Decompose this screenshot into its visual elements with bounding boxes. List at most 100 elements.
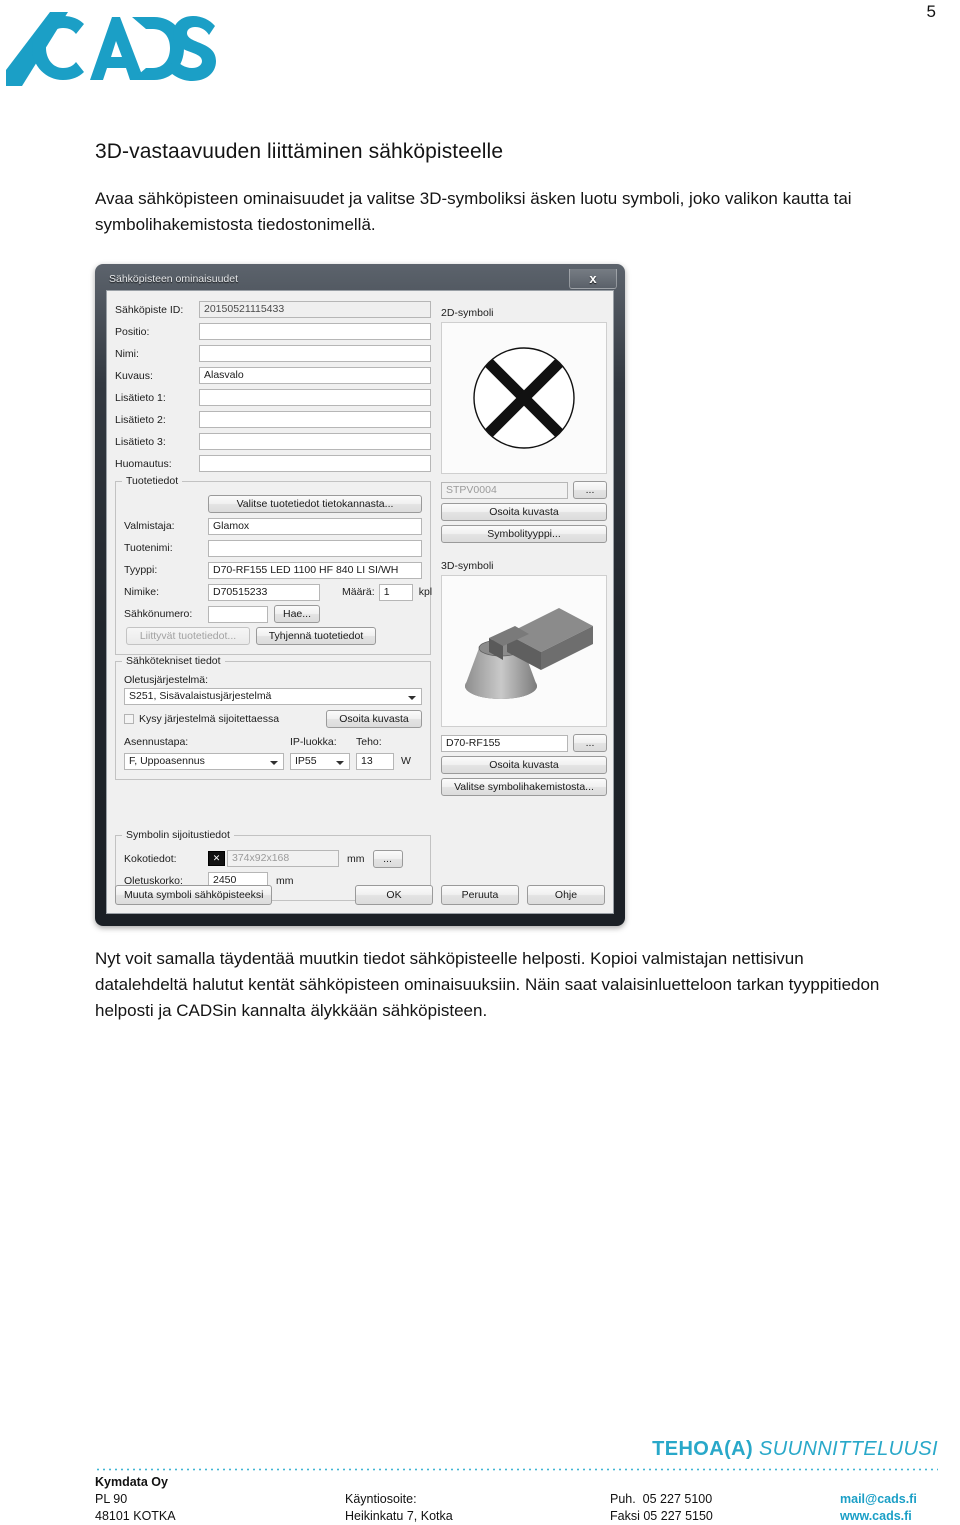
input-maara[interactable]: 1 [378,583,413,601]
browse-2d-symbol-button[interactable]: ... [573,481,607,499]
input-huomautus[interactable] [199,455,431,473]
row-nimike: Nimike: D70515233 Määrä: 1 kpl [124,582,432,604]
label-kysy-jarjestelma: Kysy järjestelmä sijoitettaessa [139,713,280,726]
footer-divider [95,1468,938,1471]
group-title-sijoitustiedot: Symbolin sijoitustiedot [122,829,234,841]
footer-contact: Kymdata Oy PL 90 Käyntiosoite: Puh. 05 2… [95,1474,960,1525]
input-lisatieto-2[interactable] [199,411,431,429]
select-oletusjarjestelma[interactable]: S251, Sisävalaistusjärjestelmä [124,687,422,705]
intro-paragraph: Avaa sähköpisteen ominaisuudet ja valits… [95,189,852,234]
input-kuvaus[interactable]: Alasvalo [199,367,431,385]
help-button[interactable]: Ohje [527,885,605,905]
group-tuotetiedot: Tuotetiedot Valitse tuotetiedot tietokan… [115,474,432,655]
choose-symbol-library-button[interactable]: Valitse symbolihakemistosta... [441,778,607,796]
pick-2d-from-drawing-button[interactable]: Osoita kuvasta [441,503,607,521]
row-ask-system: Kysy järjestelmä sijoitettaessa Osoita k… [124,709,422,731]
group-title-tuotetiedot: Tuotetiedot [122,474,183,487]
select-asennustapa[interactable]: F, Uppoasennus [124,752,284,770]
select-product-db-button[interactable]: Valitse tuotetiedot tietokannasta... [208,495,422,514]
label-nimi: Nimi: [115,347,139,360]
input-nimike[interactable]: D70515233 [208,583,320,601]
input-teho[interactable]: 13 [356,752,394,770]
label-tyyppi: Tyyppi: [124,564,158,577]
dialog-titlebar: Sähköpisteen ominaisuudet x [101,269,619,289]
input-sahkonumero[interactable] [208,605,268,623]
dialog-title: Sähköpisteen ominaisuudet [109,273,239,285]
label-kokotiedot-unit: mm [347,852,365,865]
input-positio[interactable] [199,323,431,341]
label-nimike: Nimike: [124,586,160,599]
outro-paragraph: Nyt voit samalla täydentää muutkin tiedo… [95,949,880,1020]
input-lisatieto-3[interactable] [199,433,431,451]
input-tyyppi[interactable]: D70-RF155 LED 1100 HF 840 LI SI/WH [208,561,422,579]
label-lisatieto-1: Lisätieto 1: [115,391,166,404]
footer-fax-label: Faksi [610,1509,640,1523]
footer-pobox: PL 90 [95,1492,128,1506]
input-lisatieto-1[interactable] [199,389,431,407]
browse-3d-symbol-button[interactable]: ... [573,734,607,752]
browse-size-button[interactable]: ... [372,849,403,868]
panel-title-2d: 2D-symboli [441,307,494,319]
label-valmistaja: Valmistaja: [124,520,175,533]
footer-web[interactable]: www.cads.fi [840,1509,912,1523]
label-maara: Määrä: [342,586,375,599]
row-values-mount: F, Uppoasennus IP55 13 W [124,751,422,773]
pick-from-drawing-button-electrical[interactable]: Osoita kuvasta [326,710,422,729]
row-product-actions: Liittyvät tuotetiedot... Tyhjennä tuotet… [124,626,422,648]
pick-3d-from-drawing-button[interactable]: Osoita kuvasta [441,756,607,774]
dialog-client-area: Sähköpiste ID: 20150521115433 Positio: N… [106,290,614,914]
slogan-italic: SUUNNITTELUUSI [759,1438,938,1460]
group-title-sahkotekniset: Sähkötekniset tiedot [122,654,225,667]
row-tyyppi: Tyyppi: D70-RF155 LED 1100 HF 840 LI SI/… [124,560,422,582]
input-kokotiedot[interactable]: 374x92x168 [227,850,339,868]
slogan: TEHOA(A) SUUNNITTELUUSI [652,1438,938,1461]
input-tuotenimi[interactable] [208,539,422,557]
label-teho-unit: W [401,755,411,768]
input-valmistaja[interactable]: Glamox [208,517,422,535]
field-row-sahkopiste-id: Sähköpiste ID: 20150521115433 [115,299,431,321]
field-row-lisatieto-1: Lisätieto 1: [115,387,431,409]
group-sahkotekniset-tiedot: Sähkötekniset tiedot Oletusjärjestelmä: … [115,654,431,780]
checkbox-kysy-jarjestelma[interactable] [124,714,134,725]
ok-button[interactable]: OK [355,885,433,905]
preview-3d-symbol [441,575,607,727]
field-row-positio: Positio: [115,321,431,343]
input-2d-symbol-name[interactable]: STPV0004 [441,481,568,499]
preview-2d-symbol [441,322,607,474]
symbol-type-button[interactable]: Symbolityyppi... [441,525,607,543]
label-kpl: kpl [418,586,433,599]
input-3d-symbol-name[interactable]: D70-RF155 [441,734,568,752]
field-row-nimi: Nimi: [115,343,431,365]
clear-products-button[interactable]: Tyhjennä tuotetiedot [256,627,376,646]
footer-row-company: Kymdata Oy [95,1474,960,1491]
footer-visit-value: Heikinkatu 7, Kotka [345,1509,453,1523]
label-teho: Teho: [356,736,382,748]
label-ip-luokka: IP-luokka: [290,736,337,748]
label-oletusjarjestelma: Oletusjärjestelmä: [124,673,209,686]
related-products-button: Liittyvät tuotetiedot... [126,627,250,646]
footer-email[interactable]: mail@cads.fi [840,1492,917,1506]
dialog-button-bar: Muuta symboli sähköpisteeksi OK Peruuta … [115,883,605,907]
field-row-lisatieto-2: Lisätieto 2: [115,409,431,431]
cancel-button[interactable]: Peruuta [441,885,519,905]
select-ip-luokka[interactable]: IP55 [290,752,350,770]
convert-symbol-button[interactable]: Muuta symboli sähköpisteeksi [115,885,273,905]
input-sahkopiste-id[interactable]: 20150521115433 [199,301,431,319]
row-valmistaja: Valmistaja: Glamox [124,516,422,538]
block-arrow-icon[interactable]: ✕ [208,851,225,867]
dialog-screenshot: Sähköpisteen ominaisuudet x Sähköpiste I… [95,264,625,926]
close-icon[interactable]: x [569,269,617,289]
input-nimi[interactable] [199,345,431,363]
search-button[interactable]: Hae... [274,605,320,624]
dialog-primary-buttons: OK Peruuta Ohje [355,885,605,905]
row-tuotenimi: Tuotenimi: [124,538,422,560]
row-kokotiedot: Kokotiedot: ✕ 374x92x168 mm ... [124,848,422,870]
label-kokotiedot: Kokotiedot: [124,852,177,865]
label-sahkopiste-id: Sähköpiste ID: [115,303,184,316]
footer-phone-value: 05 227 5100 [642,1492,713,1506]
label-positio: Positio: [115,325,150,338]
field-row-huomautus: Huomautus: [115,453,431,475]
footer-row-2: 48101 KOTKA Heikinkatu 7, Kotka Faksi 05… [95,1508,960,1525]
label-lisatieto-3: Lisätieto 3: [115,435,166,448]
sahkopisteen-ominaisuudet-dialog: Sähköpisteen ominaisuudet x Sähköpiste I… [95,264,625,926]
